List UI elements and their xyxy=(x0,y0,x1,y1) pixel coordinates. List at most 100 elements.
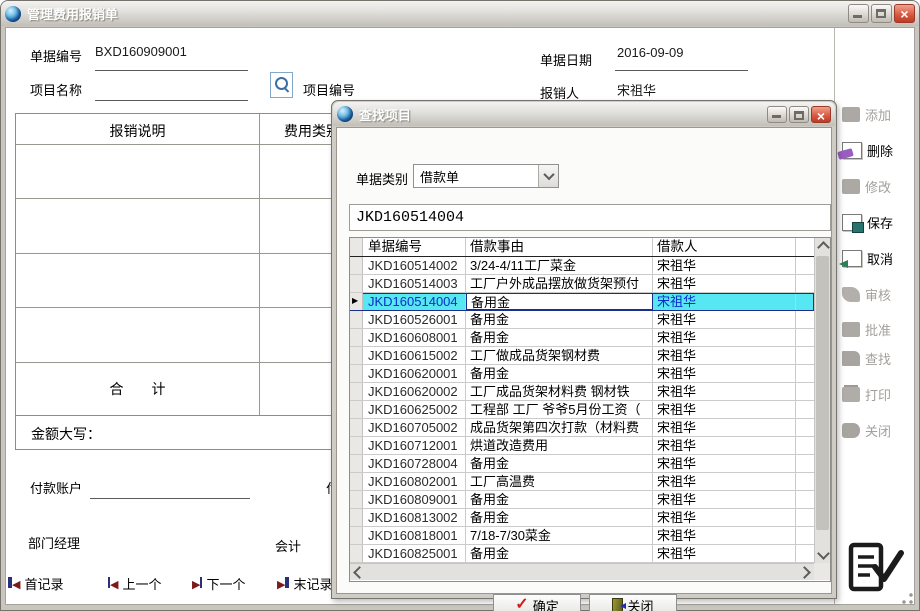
print-button[interactable]: 打印 xyxy=(842,385,914,404)
table-row[interactable]: JKD160825001 备用金 宋祖华 xyxy=(350,545,814,563)
cancel-button[interactable]: 取消 xyxy=(842,249,914,268)
project-name-input[interactable] xyxy=(95,100,248,101)
dept-manager-label: 部门经理 xyxy=(28,533,80,552)
cell-doc-no: JKD160809001 xyxy=(363,491,466,508)
cell-loan-reason: 工厂户外成品摆放做货架预付 xyxy=(466,275,653,292)
dialog-minimize-button[interactable] xyxy=(767,106,787,123)
scroll-left-icon[interactable] xyxy=(353,566,366,579)
cell-borrower: 宋祖华 xyxy=(653,293,796,310)
app-globe-icon xyxy=(5,6,21,22)
maximize-icon xyxy=(794,111,804,120)
ok-button[interactable]: ✓ 确定 xyxy=(493,594,581,611)
table-row[interactable]: JKD160625002 工程部 工厂 爷爷5月份工资（ 宋祖华 xyxy=(350,401,814,419)
dialog-close-button[interactable]: × xyxy=(811,106,831,123)
row-header-cell xyxy=(350,509,363,526)
cell-doc-no: JKD160705002 xyxy=(363,419,466,436)
row-header-cell xyxy=(350,419,363,436)
next-record-button[interactable]: ▶ 下一个 xyxy=(192,574,245,593)
delete-button[interactable]: 删除 xyxy=(842,141,914,160)
table-row[interactable]: JKD160620001 备用金 宋祖华 xyxy=(350,365,814,383)
last-record-button[interactable]: ▶ 末记录 xyxy=(277,574,332,593)
table-row[interactable]: JKD160514002 3/24-4/11工厂菜金 宋祖华 xyxy=(350,257,814,275)
cell-doc-no: JKD160728004 xyxy=(363,455,466,472)
dialog-close-action-button[interactable]: 关闭 xyxy=(589,594,677,611)
resize-grip[interactable] xyxy=(902,593,914,605)
dialog-body: 单据类别 借款单 JKD160514004 单据编号 借款事由 借款人 xyxy=(336,127,832,594)
table-row[interactable]: JKD160608001 备用金 宋祖华 xyxy=(350,329,814,347)
cell-doc-no: JKD160615002 xyxy=(363,347,466,364)
cell-doc-no: JKD160620002 xyxy=(363,383,466,400)
find-icon xyxy=(842,351,860,366)
project-search-button[interactable] xyxy=(270,72,293,98)
pay-account-input[interactable] xyxy=(90,498,250,499)
table-row[interactable]: JKD160514003 工厂户外成品摆放做货架预付 宋祖华 xyxy=(350,275,814,293)
previous-record-button[interactable]: ◀ 上一个 xyxy=(108,574,161,593)
maximize-button[interactable] xyxy=(871,4,892,23)
row-header-cell xyxy=(350,473,363,490)
add-button[interactable]: 添加 xyxy=(842,105,914,124)
minimize-button[interactable] xyxy=(848,4,869,23)
table-row[interactable]: JKD160813002 备用金 宋祖华 xyxy=(350,509,814,527)
edit-button[interactable]: 修改 xyxy=(842,177,914,196)
app-brand-logo-icon xyxy=(843,537,905,597)
header-doc-no[interactable]: 单据编号 xyxy=(363,238,466,256)
header-loan-reason[interactable]: 借款事由 xyxy=(466,238,653,256)
lookup-table: 单据编号 借款事由 借款人 JKD160514002 3/24-4/11工厂菜金… xyxy=(349,237,831,582)
table-row[interactable]: JKD160712001 烘道改造费用 宋祖华 xyxy=(350,437,814,455)
horizontal-scrollbar[interactable] xyxy=(350,563,814,580)
row-header-cell xyxy=(350,401,363,418)
row-header-cell xyxy=(350,455,363,472)
previous-record-icon: ◀ xyxy=(108,576,118,592)
table-row[interactable]: JKD160802001 工厂高温费 宋祖华 xyxy=(350,473,814,491)
print-icon xyxy=(842,387,860,402)
doc-no-value: BXD160909001 xyxy=(95,44,187,59)
dialog-titlebar: 查找项目 × xyxy=(333,102,835,126)
dialog-maximize-button[interactable] xyxy=(789,106,809,123)
scrollbar-corner xyxy=(814,563,830,580)
combo-dropdown-button[interactable] xyxy=(538,165,558,187)
vertical-scroll-thumb[interactable] xyxy=(816,256,829,530)
accountant-label: 会计 xyxy=(275,536,301,555)
cell-loan-reason: 工厂高温费 xyxy=(466,473,653,490)
vertical-scrollbar[interactable] xyxy=(814,238,830,563)
find-button[interactable]: 查找 xyxy=(842,349,914,368)
row-header-cell xyxy=(350,437,363,454)
cell-loan-reason: 成品货架第四次打款（材料费 xyxy=(466,419,653,436)
cell-borrower: 宋祖华 xyxy=(653,509,796,526)
header-borrower[interactable]: 借款人 xyxy=(653,238,796,256)
row-header-cell xyxy=(350,365,363,382)
close-button[interactable]: 关闭 xyxy=(842,421,914,440)
maximize-icon xyxy=(876,9,886,18)
scroll-down-icon[interactable] xyxy=(817,547,830,560)
save-button[interactable]: 保存 xyxy=(842,213,914,232)
scroll-up-icon[interactable] xyxy=(817,241,830,254)
table-row[interactable]: JKD160526001 备用金 宋祖华 xyxy=(350,311,814,329)
table-row[interactable]: JKD160705002 成品货架第四次打款（材料费 宋祖华 xyxy=(350,419,814,437)
chevron-down-icon xyxy=(543,169,554,180)
first-record-icon: ◀ xyxy=(8,576,20,592)
table-row[interactable]: JKD160809001 备用金 宋祖华 xyxy=(350,491,814,509)
cell-doc-no: JKD160712001 xyxy=(363,437,466,454)
scroll-right-icon[interactable] xyxy=(798,566,811,579)
row-header-cell xyxy=(350,383,363,400)
cell-loan-reason: 烘道改造费用 xyxy=(466,437,653,454)
cell-loan-reason: 工厂成品货架材料费 钢材铁 xyxy=(466,383,653,400)
cell-loan-reason: 备用金 xyxy=(466,455,653,472)
doc-search-input[interactable]: JKD160514004 xyxy=(349,204,831,231)
cell-borrower: 宋祖华 xyxy=(653,257,796,274)
expense-col-desc-header: 报销说明 xyxy=(16,121,259,141)
doc-date-value: 2016-09-09 xyxy=(617,45,684,60)
cell-borrower: 宋祖华 xyxy=(653,491,796,508)
approve-button[interactable]: 批准 xyxy=(842,320,914,339)
table-row[interactable]: ▶ JKD160514004 备用金 宋祖华 xyxy=(350,293,814,311)
cell-doc-no: JKD160625002 xyxy=(363,401,466,418)
close-button[interactable]: × xyxy=(894,4,915,23)
doc-type-select[interactable]: 借款单 xyxy=(413,164,559,188)
table-row[interactable]: JKD160620002 工厂成品货架材料费 钢材铁 宋祖华 xyxy=(350,383,814,401)
table-row[interactable]: JKD160728004 备用金 宋祖华 xyxy=(350,455,814,473)
table-row[interactable]: JKD160615002 工厂做成品货架钢材费 宋祖华 xyxy=(350,347,814,365)
table-row[interactable]: JKD160818001 7/18-7/30菜金 宋祖华 xyxy=(350,527,814,545)
first-record-button[interactable]: ◀ 首记录 xyxy=(8,574,63,593)
audit-button[interactable]: 审核 xyxy=(842,285,914,304)
cell-borrower: 宋祖华 xyxy=(653,401,796,418)
